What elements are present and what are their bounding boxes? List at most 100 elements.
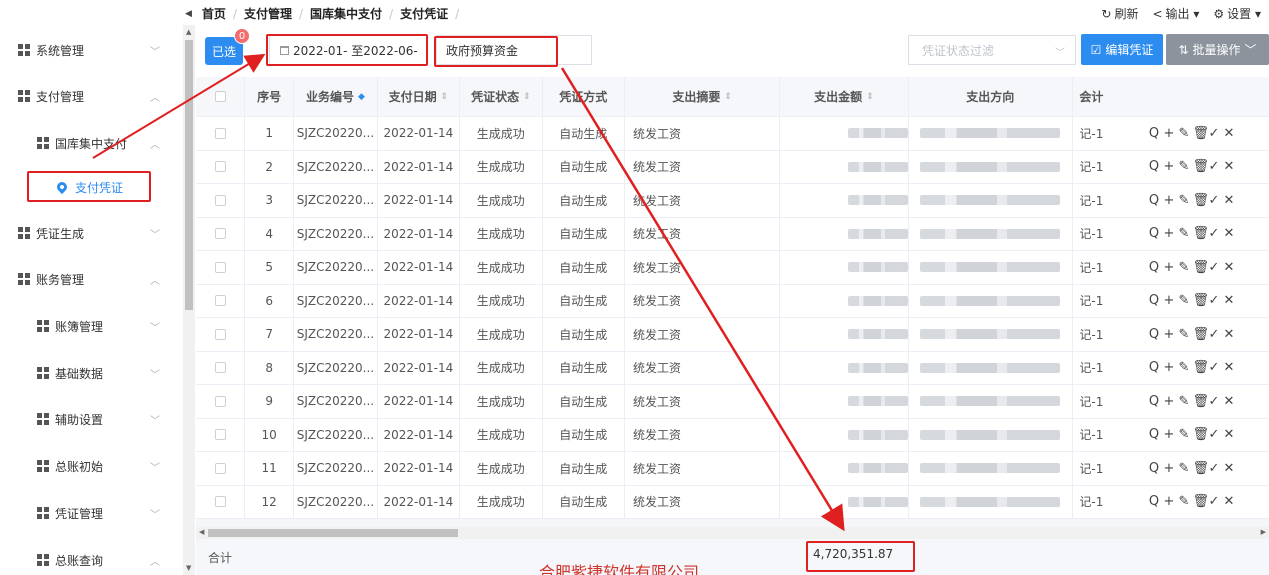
sidebar-scrollbar[interactable]: ▲ ▼ (183, 25, 195, 575)
table-row[interactable]: 9 SJZC20220... 2022-01-14 生成成功 自动生成 统发工资 记-1 Q +… (196, 385, 1269, 419)
row-checkbox[interactable] (196, 385, 246, 418)
add-icon[interactable]: + (1163, 427, 1176, 442)
table-row[interactable]: 4 SJZC20220... 2022-01-14 生成成功 自动生成 统发工资 记-1 Q +… (196, 217, 1269, 251)
add-icon[interactable]: + (1163, 226, 1176, 241)
approve-icon[interactable]: ✓ (1208, 293, 1221, 308)
edit-icon[interactable]: ✎ (1178, 193, 1191, 208)
reject-icon[interactable]: ✕ (1223, 126, 1236, 141)
header-date[interactable]: 支付日期 ⇕ (378, 77, 461, 116)
add-icon[interactable]: + (1163, 126, 1176, 141)
export-button[interactable]: < 输出 ▾ (1152, 5, 1199, 22)
edit-icon[interactable]: ✎ (1178, 494, 1191, 509)
table-row[interactable]: 10 SJZC20220... 2022-01-14 生成成功 自动生成 统发工资 记-1 Q… (196, 418, 1269, 452)
delete-icon[interactable]: 🗑 (1193, 327, 1210, 342)
select-all-checkbox[interactable] (196, 77, 246, 116)
view-icon[interactable]: Q (1148, 327, 1161, 342)
table-row[interactable]: 3 SJZC20220... 2022-01-14 生成成功 自动生成 统发工资 记-1 Q +… (196, 184, 1269, 218)
delete-icon[interactable]: 🗑 (1193, 193, 1210, 208)
caret-left-icon[interactable]: ◀ (185, 9, 192, 19)
reject-icon[interactable]: ✕ (1223, 494, 1236, 509)
scroll-down-icon[interactable]: ▼ (186, 564, 191, 572)
table-row[interactable]: 6 SJZC20220... 2022-01-14 生成成功 自动生成 统发工资 记-1 Q +… (196, 284, 1269, 318)
delete-icon[interactable]: 🗑 (1193, 126, 1210, 141)
reject-icon[interactable]: ✕ (1223, 293, 1236, 308)
reject-icon[interactable]: ✕ (1223, 360, 1236, 375)
view-icon[interactable]: Q (1148, 260, 1161, 275)
table-row[interactable]: 8 SJZC20220... 2022-01-14 生成成功 自动生成 统发工资 记-1 Q +… (196, 351, 1269, 385)
edit-icon[interactable]: ✎ (1178, 293, 1191, 308)
header-amount[interactable]: 支出金额 ⇕ (780, 77, 909, 116)
add-icon[interactable]: + (1163, 461, 1176, 476)
approve-icon[interactable]: ✓ (1208, 126, 1221, 141)
view-icon[interactable]: Q (1148, 427, 1161, 442)
table-row[interactable]: 5 SJZC20220... 2022-01-14 生成成功 自动生成 统发工资 记-1 Q +… (196, 251, 1269, 285)
row-checkbox[interactable] (196, 485, 246, 518)
sidebar-item-treasury[interactable]: 国库集中支付 ︿ (0, 120, 178, 166)
breadcrumb-payment[interactable]: 支付管理 (244, 5, 292, 22)
approve-icon[interactable]: ✓ (1208, 394, 1221, 409)
table-row[interactable]: 2 SJZC20220... 2022-01-14 生成成功 自动生成 统发工资 记-1 Q +… (196, 150, 1269, 184)
view-icon[interactable]: Q (1148, 226, 1161, 241)
approve-icon[interactable]: ✓ (1208, 461, 1221, 476)
delete-icon[interactable]: 🗑 (1193, 226, 1210, 241)
edit-icon[interactable]: ✎ (1178, 126, 1191, 141)
approve-icon[interactable]: ✓ (1208, 193, 1221, 208)
view-icon[interactable]: Q (1148, 461, 1161, 476)
sidebar-item-gl-query[interactable]: 总账查询 ︿ (0, 537, 178, 575)
fund-source-input[interactable]: 政府预算资金 (436, 35, 592, 65)
sidebar-item-payment[interactable]: 支付管理 ︿ (0, 73, 178, 119)
reject-icon[interactable]: ✕ (1223, 226, 1236, 241)
breadcrumb-home[interactable]: 首页 (202, 5, 226, 22)
reject-icon[interactable]: ✕ (1223, 327, 1236, 342)
row-checkbox[interactable] (196, 351, 246, 384)
scroll-thumb[interactable] (185, 40, 193, 310)
add-icon[interactable]: + (1163, 360, 1176, 375)
edit-icon[interactable]: ✎ (1178, 427, 1191, 442)
approve-icon[interactable]: ✓ (1208, 427, 1221, 442)
view-icon[interactable]: Q (1148, 394, 1161, 409)
delete-icon[interactable]: 🗑 (1193, 494, 1210, 509)
scroll-up-icon[interactable]: ▲ (186, 28, 191, 36)
sidebar-item-basic-data[interactable]: 基础数据 ﹀ (0, 350, 178, 396)
delete-icon[interactable]: 🗑 (1193, 260, 1210, 275)
reject-icon[interactable]: ✕ (1223, 461, 1236, 476)
approve-icon[interactable]: ✓ (1208, 226, 1221, 241)
table-row[interactable]: 11 SJZC20220... 2022-01-14 生成成功 自动生成 统发工资 记-1 Q… (196, 452, 1269, 486)
edit-voucher-button[interactable]: ☑ 编辑凭证 (1081, 34, 1163, 65)
delete-icon[interactable]: 🗑 (1193, 360, 1210, 375)
delete-icon[interactable]: 🗑 (1193, 427, 1210, 442)
edit-icon[interactable]: ✎ (1178, 327, 1191, 342)
reject-icon[interactable]: ✕ (1223, 193, 1236, 208)
scroll-right-icon[interactable]: ▶ (1261, 528, 1266, 536)
sort-icon[interactable]: ◆ (358, 92, 365, 102)
approve-icon[interactable]: ✓ (1208, 494, 1221, 509)
add-icon[interactable]: + (1163, 327, 1176, 342)
approve-icon[interactable]: ✓ (1208, 360, 1221, 375)
table-horizontal-scrollbar[interactable]: ◀ ▶ (196, 527, 1269, 539)
sidebar-item-voucher-mgmt[interactable]: 凭证管理 ﹀ (0, 490, 178, 536)
table-row[interactable]: 1 SJZC20220... 2022-01-14 生成成功 自动生成 统发工资 记-1 Q +… (196, 117, 1269, 151)
row-checkbox[interactable] (196, 117, 246, 150)
row-checkbox[interactable] (196, 318, 246, 351)
reject-icon[interactable]: ✕ (1223, 427, 1236, 442)
edit-icon[interactable]: ✎ (1178, 226, 1191, 241)
view-icon[interactable]: Q (1148, 293, 1161, 308)
table-row[interactable]: 7 SJZC20220... 2022-01-14 生成成功 自动生成 统发工资 记-1 Q +… (196, 318, 1269, 352)
scroll-thumb[interactable] (208, 529, 458, 537)
sort-icon[interactable]: ⇕ (441, 92, 449, 102)
add-icon[interactable]: + (1163, 159, 1176, 174)
add-icon[interactable]: + (1163, 394, 1176, 409)
sidebar-item-voucher[interactable]: 支付凭证 (0, 164, 178, 210)
sidebar-item-accounting[interactable]: 账务管理 ︿ (0, 256, 178, 302)
row-checkbox[interactable] (196, 452, 246, 485)
delete-icon[interactable]: 🗑 (1193, 293, 1210, 308)
view-icon[interactable]: Q (1148, 126, 1161, 141)
add-icon[interactable]: + (1163, 260, 1176, 275)
sidebar-item-voucher-gen[interactable]: 凭证生成 ﹀ (0, 210, 178, 256)
batch-operation-button[interactable]: ⇅ 批量操作 ﹀ (1166, 34, 1269, 65)
delete-icon[interactable]: 🗑 (1193, 394, 1210, 409)
status-filter-select[interactable]: 凭证状态过滤 ﹀ (908, 35, 1076, 65)
add-icon[interactable]: + (1163, 193, 1176, 208)
breadcrumb-treasury[interactable]: 国库集中支付 (310, 5, 382, 22)
table-row[interactable]: 12 SJZC20220... 2022-01-14 生成成功 自动生成 统发工资 记-1 Q… (196, 485, 1269, 519)
